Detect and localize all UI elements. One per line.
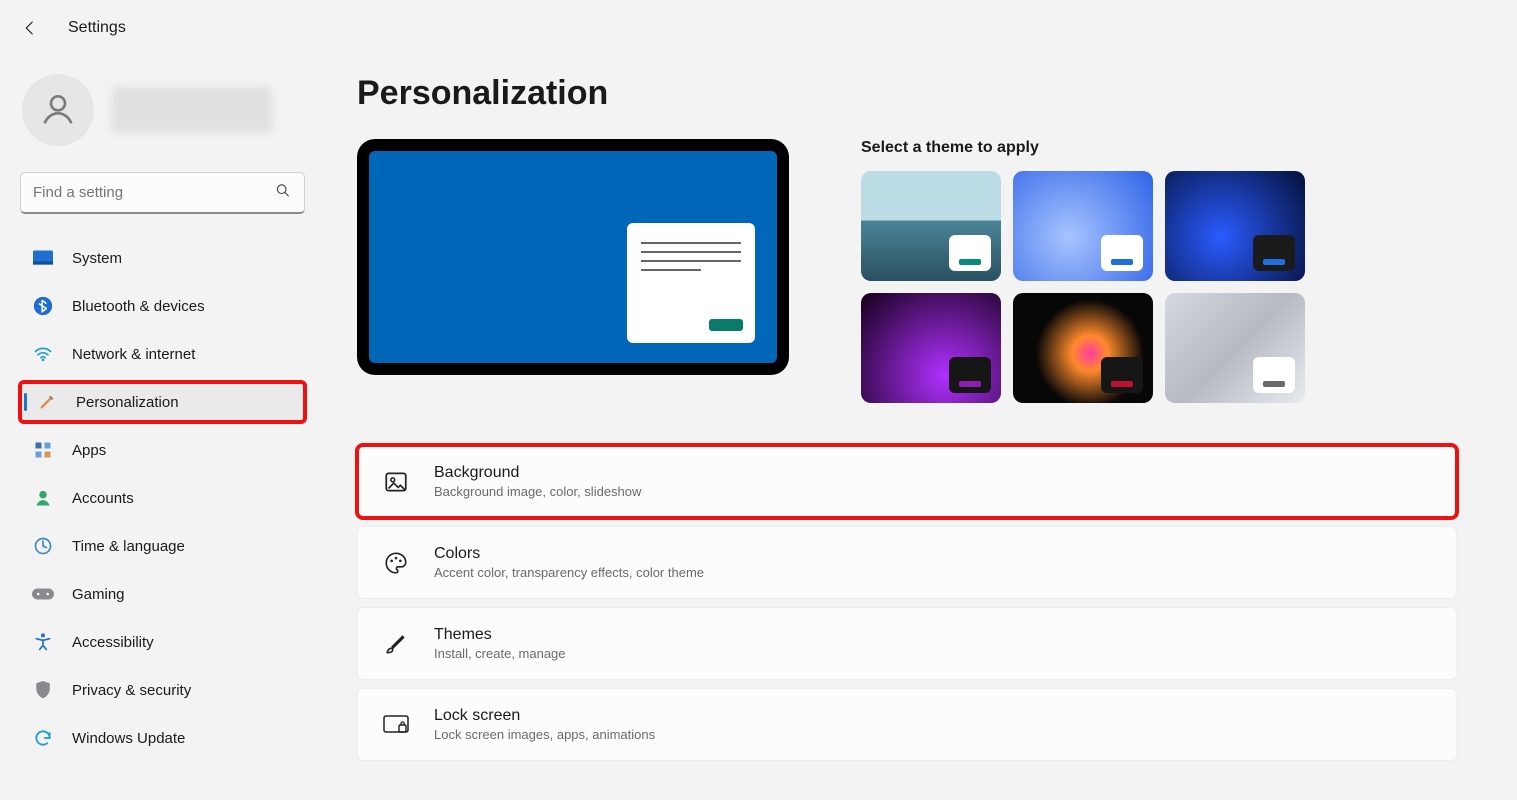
nav-label: Accounts — [72, 490, 134, 507]
theme-tile-1[interactable] — [861, 171, 1001, 281]
nav-label: Privacy & security — [72, 682, 191, 699]
wifi-icon — [32, 343, 54, 365]
shield-icon — [32, 679, 54, 701]
gamepad-icon — [32, 583, 54, 605]
title-bar: Settings — [0, 0, 1517, 56]
option-title: Colors — [434, 545, 704, 563]
nav-privacy[interactable]: Privacy & security — [18, 668, 307, 712]
bluetooth-icon — [32, 295, 54, 317]
theme-tile-2[interactable] — [1013, 171, 1153, 281]
option-themes[interactable]: Themes Install, create, manage — [357, 607, 1457, 680]
options-list: Background Background image, color, slid… — [357, 445, 1457, 761]
theme-tile-4[interactable] — [861, 293, 1001, 403]
desktop-preview[interactable] — [357, 139, 789, 375]
nav-gaming[interactable]: Gaming — [18, 572, 307, 616]
apps-icon — [32, 439, 54, 461]
theme-tile-3[interactable] — [1165, 171, 1305, 281]
nav-personalization[interactable]: Personalization — [18, 380, 307, 424]
lock-screen-icon — [382, 711, 410, 739]
system-icon — [32, 247, 54, 269]
clock-globe-icon — [32, 535, 54, 557]
theme-tile-6[interactable] — [1165, 293, 1305, 403]
themes-section: Select a theme to apply — [861, 139, 1457, 403]
themes-heading: Select a theme to apply — [861, 139, 1457, 157]
preview-window-card — [627, 223, 755, 343]
nav-label: Bluetooth & devices — [72, 298, 205, 315]
person-icon — [32, 487, 54, 509]
option-lock-screen[interactable]: Lock screen Lock screen images, apps, an… — [357, 688, 1457, 761]
accessibility-icon — [32, 631, 54, 653]
option-colors[interactable]: Colors Accent color, transparency effect… — [357, 526, 1457, 599]
nav-label: Personalization — [76, 394, 179, 411]
nav-time-language[interactable]: Time & language — [18, 524, 307, 568]
sidebar: System Bluetooth & devices Network & int… — [0, 56, 321, 764]
image-icon — [382, 468, 410, 496]
option-desc: Accent color, transparency effects, colo… — [434, 565, 704, 580]
nav-windows-update[interactable]: Windows Update — [18, 716, 307, 760]
option-title: Themes — [434, 626, 566, 644]
option-title: Background — [434, 464, 641, 482]
search-icon — [275, 183, 291, 204]
nav-label: Windows Update — [72, 730, 185, 747]
option-title: Lock screen — [434, 707, 655, 725]
nav-network[interactable]: Network & internet — [18, 332, 307, 376]
user-name-redacted — [112, 87, 272, 133]
brush-icon — [382, 630, 410, 658]
nav-bluetooth[interactable]: Bluetooth & devices — [18, 284, 307, 328]
app-title: Settings — [68, 19, 126, 37]
nav-label: Accessibility — [72, 634, 154, 651]
user-profile[interactable] — [18, 66, 307, 166]
option-desc: Background image, color, slideshow — [434, 484, 641, 499]
nav-label: Time & language — [72, 538, 185, 555]
nav-label: Apps — [72, 442, 106, 459]
update-icon — [32, 727, 54, 749]
option-desc: Lock screen images, apps, animations — [434, 727, 655, 742]
nav-accessibility[interactable]: Accessibility — [18, 620, 307, 664]
theme-tile-5[interactable] — [1013, 293, 1153, 403]
nav-label: Gaming — [72, 586, 125, 603]
nav-list: System Bluetooth & devices Network & int… — [18, 236, 307, 760]
paintbrush-icon — [36, 391, 58, 413]
nav-apps[interactable]: Apps — [18, 428, 307, 472]
search-box[interactable] — [20, 172, 305, 214]
avatar — [22, 74, 94, 146]
search-input[interactable] — [20, 172, 305, 214]
nav-label: System — [72, 250, 122, 267]
option-desc: Install, create, manage — [434, 646, 566, 661]
nav-system[interactable]: System — [18, 236, 307, 280]
page-title: Personalization — [357, 74, 1457, 113]
main-content: Personalization Select a theme to apply — [321, 56, 1517, 764]
nav-accounts[interactable]: Accounts — [18, 476, 307, 520]
nav-label: Network & internet — [72, 346, 195, 363]
palette-icon — [382, 549, 410, 577]
back-button[interactable] — [20, 18, 40, 38]
option-background[interactable]: Background Background image, color, slid… — [357, 445, 1457, 518]
